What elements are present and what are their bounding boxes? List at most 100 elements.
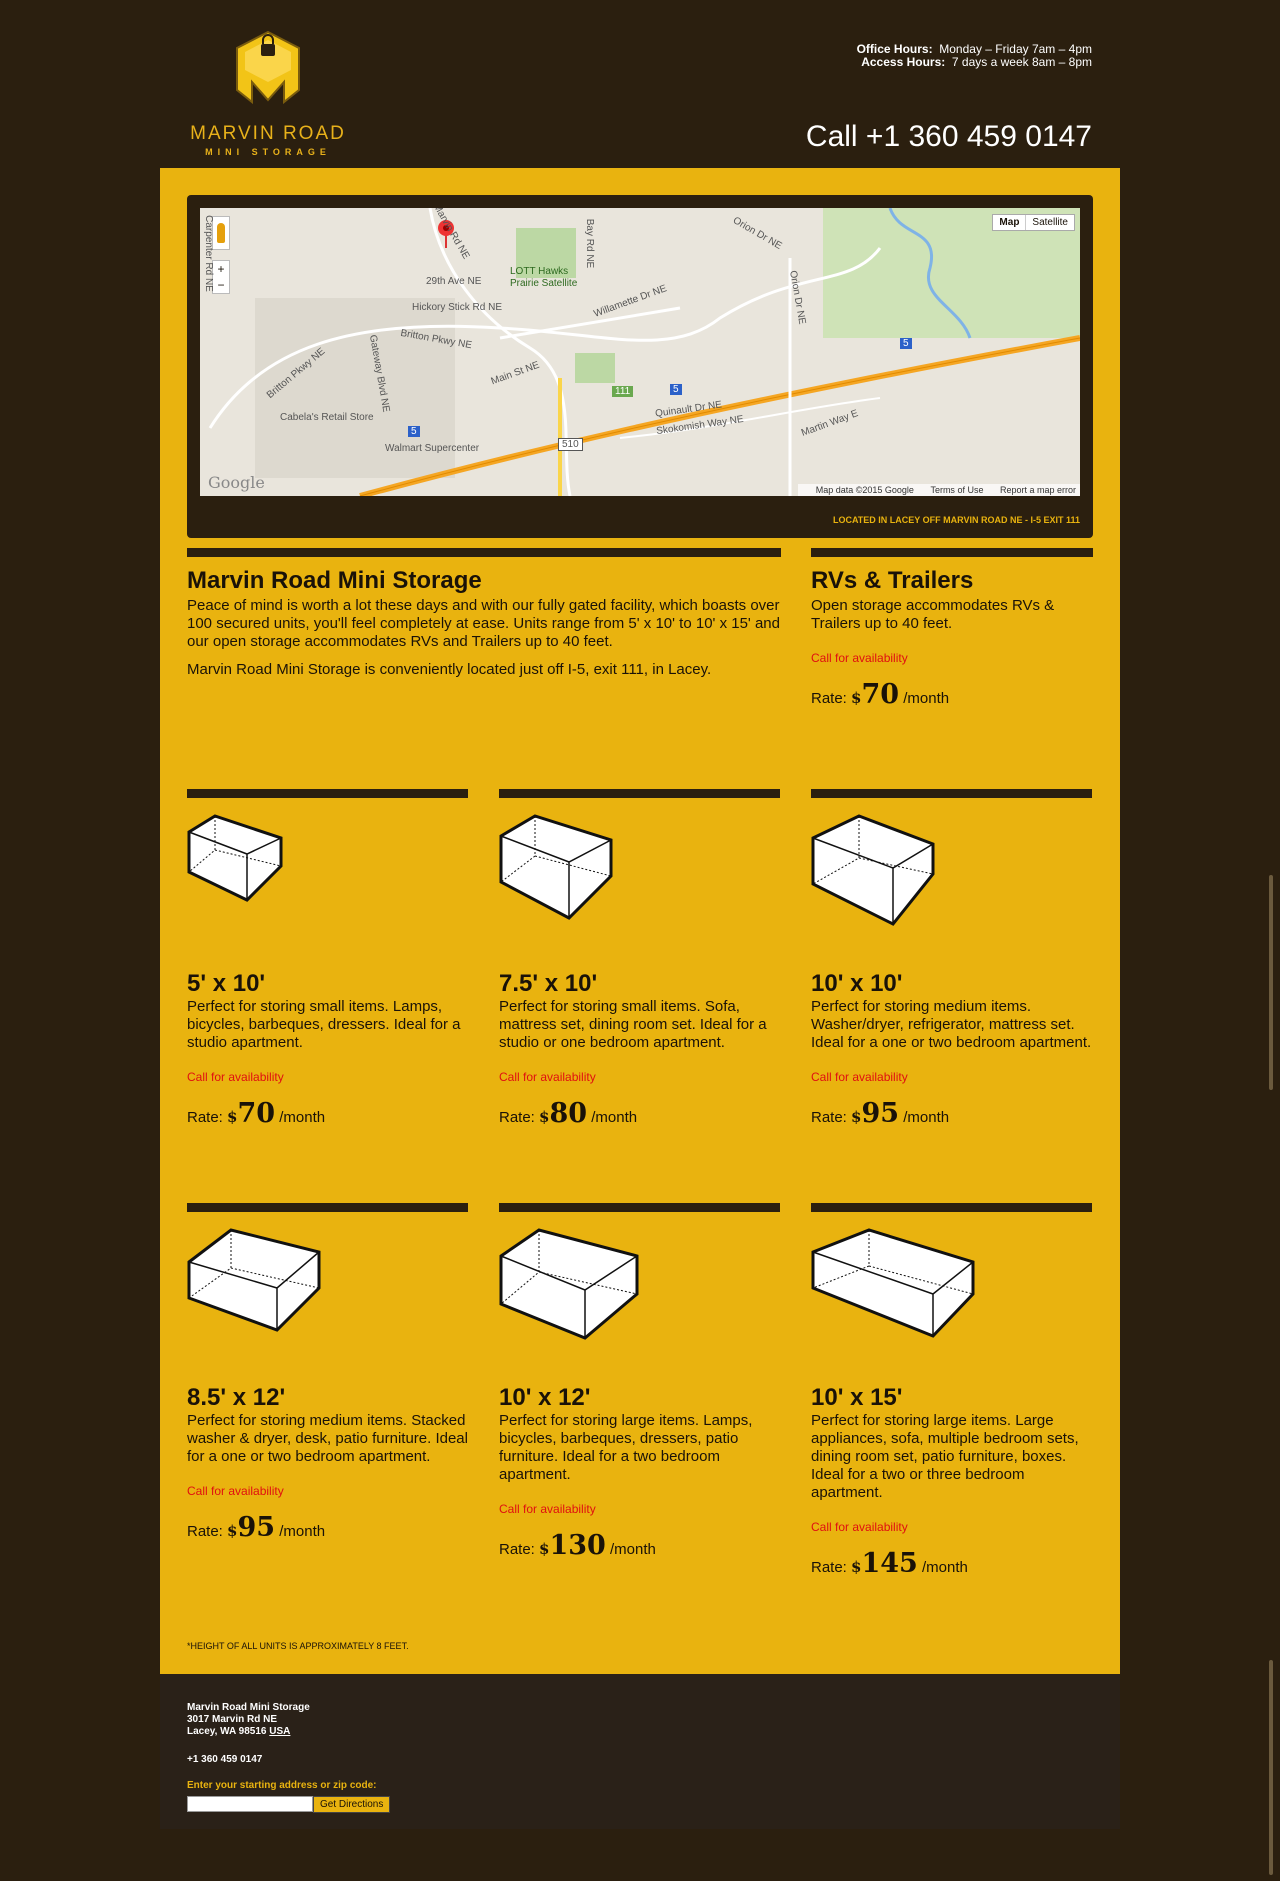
city-state-zip: Lacey, WA 98516 (187, 1726, 267, 1737)
section-divider (187, 1203, 468, 1212)
rate-amount: 95 (237, 1512, 276, 1543)
rate-dollar: $ (851, 1558, 862, 1576)
business-name: Marvin Road Mini Storage (187, 1702, 310, 1713)
footer-address: Marvin Road Mini Storage 3017 Marvin Rd … (187, 1702, 310, 1738)
rv-title: RVs & Trailers (811, 567, 974, 594)
unit-rate: Rate: $145 /month (811, 1548, 1092, 1579)
directions-address-input[interactable] (187, 1796, 313, 1812)
about-title: Marvin Road Mini Storage (187, 567, 482, 594)
unit-card: 7.5' x 10' Perfect for storing small ite… (499, 789, 780, 1129)
rate-period: /month (922, 1559, 968, 1576)
logo-name: MARVIN ROAD (190, 123, 346, 144)
scrollbar-thumb[interactable] (1269, 1660, 1273, 1875)
map-roads-graphic (200, 208, 1080, 496)
street-view-pegman-icon[interactable] (212, 216, 230, 250)
about-paragraph: Marvin Road Mini Storage is conveniently… (187, 661, 712, 678)
unit-description: Perfect for storing large items. Lamps, … (499, 1412, 753, 1483)
unit-description: Perfect for storing small items. Lamps, … (187, 998, 461, 1051)
unit-description: Perfect for storing small items. Sofa, m… (499, 998, 767, 1051)
google-logo[interactable]: Google (208, 473, 265, 492)
map-label: Bay Rd NE (584, 218, 596, 269)
footer-phone[interactable]: +1 360 459 0147 (187, 1754, 262, 1765)
rv-description: Open storage accommodates RVs & Trailers… (811, 597, 1055, 632)
rate-period: /month (279, 1109, 326, 1126)
zoom-out-button[interactable]: − (213, 277, 229, 293)
rate-period: /month (903, 1109, 950, 1126)
office-hours-value: Monday – Friday 7am – 4pm (939, 42, 1092, 56)
get-directions-button[interactable]: Get Directions (313, 1796, 391, 1813)
map-caption: LOCATED IN LACEY OFF MARVIN ROAD NE - I-… (832, 515, 1080, 525)
call-for-availability[interactable]: Call for availability (187, 1070, 468, 1084)
unit-description: Perfect for storing medium items. Washer… (811, 998, 1092, 1051)
unit-rate: Rate: $95 /month (187, 1512, 468, 1543)
site-footer: Marvin Road Mini Storage 3017 Marvin Rd … (160, 1674, 1120, 1829)
zoom-in-button[interactable]: + (213, 261, 229, 277)
unit-rate: Rate: $70 /month (187, 1098, 468, 1129)
map-label: 29th Ave NE (426, 276, 482, 287)
map-type-toggle: Map Satellite (992, 214, 1075, 231)
rate-period: /month (591, 1109, 638, 1126)
rate-dollar: $ (227, 1522, 238, 1540)
rate-amount: 80 (549, 1098, 588, 1129)
rate-label: Rate: (811, 1109, 847, 1126)
rate-amount: 145 (861, 1548, 918, 1579)
scrollbar-thumb[interactable] (1269, 875, 1273, 1090)
section-divider (187, 548, 781, 557)
section-divider (187, 789, 468, 798)
access-hours-label: Access Hours: (861, 55, 946, 69)
terms-of-use-link[interactable]: Terms of Use (930, 485, 983, 495)
rate-label: Rate: (499, 1541, 535, 1558)
about-paragraph: Peace of mind is worth a lot these days … (187, 597, 780, 650)
map-label: Cabela's Retail Store (280, 412, 374, 423)
unit-size: 7.5' x 10' (499, 970, 598, 997)
section-divider (499, 1203, 780, 1212)
map-label: Prairie Satellite (510, 278, 578, 289)
call-for-availability[interactable]: Call for availability (187, 1484, 468, 1498)
unit-card: 10' x 10' Perfect for storing medium ite… (811, 789, 1092, 1129)
call-for-availability[interactable]: Call for availability (499, 1502, 780, 1516)
map-label: Walmart Supercenter (385, 443, 480, 454)
rv-rate: Rate: $70 /month (811, 679, 1093, 710)
unit-size: 10' x 12' (499, 1384, 591, 1411)
unit-rate: Rate: $95 /month (811, 1098, 1092, 1129)
unit-size: 10' x 15' (811, 1384, 903, 1411)
unit-description: Perfect for storing large items. Large a… (811, 1412, 1079, 1501)
section-divider (811, 1203, 1092, 1212)
highway-shield: 510 (558, 438, 583, 451)
report-map-error-link[interactable]: Report a map error (1000, 485, 1076, 495)
unit-size: 5' x 10' (187, 970, 266, 997)
map-type-map-button[interactable]: Map (993, 215, 1027, 230)
call-for-availability[interactable]: Call for availability (499, 1070, 780, 1084)
unit-rate: Rate: $80 /month (499, 1098, 780, 1129)
rate-amount: 130 (549, 1530, 606, 1561)
rate-period: /month (610, 1541, 656, 1558)
call-for-availability[interactable]: Call for availability (811, 1520, 1092, 1534)
country-link[interactable]: USA (269, 1726, 290, 1737)
rate-dollar: $ (227, 1108, 238, 1126)
map-type-satellite-button[interactable]: Satellite (1026, 215, 1074, 230)
interstate-shield: 5 (670, 384, 682, 395)
map-label: LOTT Hawks (510, 266, 569, 277)
about-section: Marvin Road Mini Storage Peace of mind i… (187, 548, 781, 679)
rate-label: Rate: (811, 690, 847, 707)
storage-box-icon (811, 814, 935, 926)
rate-label: Rate: (499, 1109, 535, 1126)
embedded-map[interactable]: + − Map Satellite LOTT Hawks Prairie Sat… (200, 208, 1080, 496)
call-for-availability[interactable]: Call for availability (811, 1070, 1092, 1084)
storage-box-icon (187, 1228, 321, 1332)
unit-card: 10' x 12' Perfect for storing large item… (499, 1203, 780, 1561)
office-hours-label: Office Hours: (856, 42, 933, 56)
rate-dollar: $ (851, 1108, 862, 1126)
rv-section: RVs & Trailers Open storage accommodates… (811, 548, 1093, 710)
call-for-availability[interactable]: Call for availability (811, 651, 1093, 665)
unit-description: Perfect for storing medium items. Stacke… (187, 1412, 468, 1465)
access-hours-value: 7 days a week 8am – 8pm (951, 55, 1092, 69)
storage-box-icon (499, 1228, 639, 1340)
header-phone[interactable]: Call +1 360 459 0147 (806, 120, 1092, 154)
zoom-control: + − (212, 260, 230, 294)
rate-amount: 70 (237, 1098, 276, 1129)
map-data-credit: Map data ©2015 Google (815, 485, 914, 495)
rate-amount: 70 (861, 679, 900, 710)
site-logo[interactable]: MARVIN ROAD MINI STORAGE (188, 30, 348, 157)
rate-period: /month (903, 690, 950, 707)
